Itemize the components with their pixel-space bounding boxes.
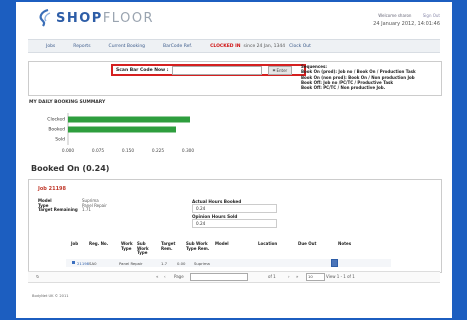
col-location[interactable]: Location: [258, 241, 277, 247]
prev-page-icon[interactable]: ‹: [164, 274, 166, 279]
logo-text-floor: FLOOR: [102, 10, 155, 26]
chart-category-label: Clocked: [47, 117, 65, 123]
cell-model: Suprima: [194, 261, 210, 266]
nav-jobs[interactable]: Jobs: [46, 44, 55, 49]
cell-reg: SA0: [89, 261, 97, 266]
last-page-icon[interactable]: »: [296, 274, 298, 279]
col-work-type[interactable]: Work Type: [121, 241, 135, 251]
scan-row: Scan Bar Code Now : ▣ Enter: [111, 64, 306, 76]
sequence-line: Book Off: PC/TC / Non productive Job.: [301, 85, 386, 91]
target-label: Target Remaining: [38, 207, 78, 213]
chart-tick-label: 0.300: [182, 148, 195, 154]
col-due-out[interactable]: Due Out: [298, 241, 316, 247]
col-job[interactable]: Job: [71, 241, 78, 247]
main-page: SHOPFLOOR Welcome sharon Sign Out 24 Jan…: [16, 2, 452, 318]
nav-current-booking[interactable]: Current Booking: [109, 44, 146, 49]
job-details: Model Suprima Type Panel Repair Target Rem…: [38, 198, 107, 213]
chart-bar: [68, 116, 190, 123]
page-of: of 1: [268, 274, 276, 279]
shopfloor-logo: SHOPFLOOR: [36, 9, 154, 27]
target-value: 1.71: [82, 207, 91, 213]
welcome-text: Welcome sharon: [378, 13, 412, 18]
refresh-icon[interactable]: ↻: [36, 274, 39, 279]
sign-out-link[interactable]: Sign Out: [423, 13, 440, 18]
nav-clock-out[interactable]: Clock Out: [289, 44, 311, 49]
header: SHOPFLOOR Welcome sharon Sign Out 24 Jan…: [16, 2, 452, 32]
chart-category-label: Sold: [55, 137, 65, 143]
logo-swoosh-icon: [39, 9, 51, 27]
clocked-in-since: since 24 Jan, 1344: [243, 43, 286, 49]
page-input[interactable]: [190, 273, 248, 281]
booked-on-heading: Booked On (0.24): [31, 164, 110, 173]
col-notes[interactable]: Notes: [338, 241, 351, 247]
nav-bar: Jobs Reports Current Booking BarCode Ref…: [28, 39, 440, 53]
summary-title: MY DAILY BOOKING SUMMARY: [29, 100, 106, 105]
per-page-select[interactable]: 10: [306, 273, 325, 281]
enter-button[interactable]: ▣ Enter: [267, 65, 293, 75]
table-row[interactable]: [66, 259, 391, 267]
calendar-icon[interactable]: [331, 259, 338, 267]
sequences-help: Sequences: Book On (prod): Job no / Book…: [301, 64, 416, 90]
next-page-icon[interactable]: ›: [288, 274, 290, 279]
chart-tick-label: 0.075: [92, 148, 105, 154]
col-sub-work-type[interactable]: Sub Work Type: [137, 241, 151, 256]
col-model[interactable]: Model: [215, 241, 229, 247]
cell-sub-rem: 0.00: [177, 261, 186, 266]
chart-tick-label: 0.225: [152, 148, 165, 154]
clocked-in-status: CLOCKED IN: [210, 43, 241, 49]
barcode-input[interactable]: [171, 65, 262, 75]
booking-summary-chart: Clocked Booked Sold 0.000 0.075 0.150 0.225 0.3…: [47, 113, 195, 154]
chart-bar: [68, 126, 176, 133]
job-number[interactable]: Job 21198: [38, 186, 66, 192]
page-label: Page: [174, 274, 184, 279]
enter-icon: ▣: [272, 68, 276, 72]
col-reg[interactable]: Reg. No.: [89, 241, 108, 247]
first-page-icon[interactable]: «: [156, 274, 158, 279]
current-datetime: 24 January 2012, 14:01:46: [373, 21, 440, 27]
job-icon: [72, 261, 75, 264]
footer-copyright: BodyNet UK © 2011: [32, 294, 69, 298]
cell-work-type: Panel Repair: [119, 261, 143, 266]
cell-job[interactable]: 21198: [77, 261, 89, 266]
chart-tick-label: 0.000: [62, 148, 75, 154]
logo-text-shop: SHOP: [56, 10, 103, 26]
opinion-hours-field: 0.24: [192, 219, 277, 228]
col-target-rem[interactable]: Target Rem.: [161, 241, 177, 251]
nav-reports[interactable]: Reports: [73, 44, 90, 49]
actual-hours-field: 0.24: [192, 204, 277, 213]
nav-barcode-ref[interactable]: BarCode Ref.: [163, 44, 192, 49]
scan-label: Scan Bar Code Now :: [116, 67, 169, 73]
chart-category-label: Booked: [48, 127, 65, 133]
chart-tick-label: 0.150: [122, 148, 135, 154]
view-range: View 1 - 1 of 1: [326, 274, 355, 279]
col-sub-work-type-rem[interactable]: Sub Work Type Rem.: [186, 241, 210, 251]
enter-button-label: Enter: [276, 67, 288, 73]
cell-target-rem: 1.7: [161, 261, 168, 266]
sequence-line: Book On (prod): Job no / Book On / Produ…: [301, 69, 416, 75]
